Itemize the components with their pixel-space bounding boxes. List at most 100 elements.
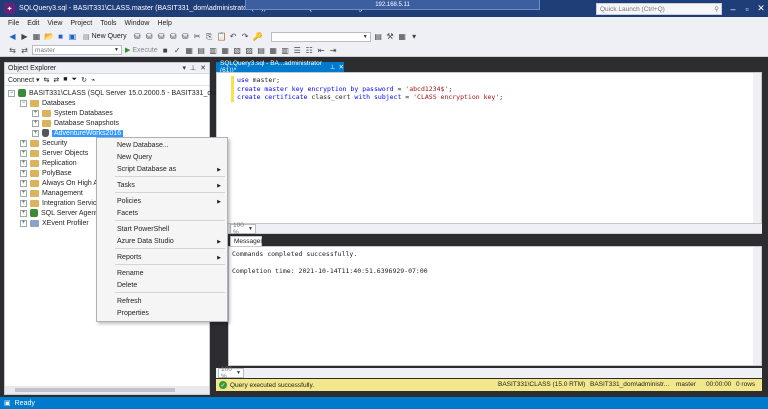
tab-messages[interactable]: Messages: [230, 236, 264, 246]
tree-node-sql-server-agent[interactable]: + SQL Server Agent: [20, 208, 97, 218]
expand-icon[interactable]: +: [20, 179, 27, 187]
xmla-query-icon[interactable]: ⛁: [181, 32, 190, 41]
options-icon[interactable]: ▾: [410, 32, 419, 41]
intellisense-icon[interactable]: ▥: [209, 46, 218, 55]
increase-indent-icon[interactable]: ⇥: [329, 46, 338, 55]
tree-node-server-objects[interactable]: + Server Objects: [20, 148, 88, 158]
execute-button[interactable]: ▶ Execute: [125, 46, 158, 55]
open-file-icon[interactable]: 📂: [44, 32, 54, 41]
collapse-icon[interactable]: −: [20, 99, 27, 107]
disconnect-icon[interactable]: ⇄: [20, 46, 29, 55]
redo-icon[interactable]: ↷: [241, 32, 250, 41]
close-tab-icon[interactable]: ✕: [339, 63, 344, 71]
results-file-icon[interactable]: ▥: [281, 46, 290, 55]
available-databases-select[interactable]: master ▼: [32, 45, 122, 55]
results-grid-icon[interactable]: ▦: [269, 46, 278, 55]
tree-node-xevent-profiler[interactable]: + XEvent Profiler: [20, 218, 89, 228]
menu-help[interactable]: Help: [153, 20, 175, 27]
horizontal-scrollbar[interactable]: [5, 386, 209, 394]
find-icon[interactable]: 🔑: [253, 32, 263, 41]
menu-item-azure-data-studio[interactable]: Azure Data Studio ▶: [97, 236, 227, 247]
menu-item-rename[interactable]: Rename: [97, 268, 227, 279]
properties-icon[interactable]: ▤: [374, 32, 383, 41]
stop-icon[interactable]: ■: [161, 46, 170, 55]
tree-node-security[interactable]: + Security: [20, 138, 67, 148]
live-stats-icon[interactable]: ▧: [233, 46, 242, 55]
editor-tab[interactable]: SQLQuery3.sql - BA...administrator (61))…: [216, 60, 344, 74]
window-position-icon[interactable]: ▾: [183, 64, 187, 72]
tree-node-system-databases[interactable]: + System Databases: [32, 108, 113, 118]
expand-icon[interactable]: +: [20, 169, 27, 177]
menu-file[interactable]: File: [4, 20, 23, 27]
quick-launch-input[interactable]: Quick Launch (Ctrl+Q) ⚲: [596, 3, 722, 15]
save-icon[interactable]: ■: [56, 32, 65, 41]
results-zoom-select[interactable]: 100 % ▼: [218, 366, 244, 380]
menu-item-policies[interactable]: Policies ▶: [97, 196, 227, 207]
editor-zoom-select[interactable]: 100 % ▼: [230, 222, 256, 236]
back-icon[interactable]: ◀: [8, 32, 17, 41]
query-designer-icon[interactable]: ▤: [197, 46, 206, 55]
tree-node-management[interactable]: + Management: [20, 188, 83, 198]
analysis-query-icon[interactable]: ⛁: [145, 32, 154, 41]
display-plan-icon[interactable]: ▦: [185, 46, 194, 55]
expand-icon[interactable]: +: [20, 159, 27, 167]
tree-node-database-snapshots[interactable]: + Database Snapshots: [32, 118, 119, 128]
tree-node-integration-services[interactable]: + Integration Service: [20, 198, 100, 208]
client-stats-icon[interactable]: ▨: [245, 46, 254, 55]
collapse-icon[interactable]: −: [8, 89, 15, 97]
vertical-scrollbar[interactable]: [753, 247, 761, 365]
menu-item-reports[interactable]: Reports ▶: [97, 252, 227, 263]
maximize-button[interactable]: ▫: [740, 2, 754, 15]
tree-node-replication[interactable]: + Replication: [20, 158, 77, 168]
tools-icon[interactable]: ⚒: [386, 32, 395, 41]
expand-icon[interactable]: +: [20, 219, 27, 227]
menu-view[interactable]: View: [43, 20, 66, 27]
connect-button[interactable]: Connect ▾: [8, 76, 40, 84]
scrollbar-thumb[interactable]: [15, 388, 175, 392]
expand-icon[interactable]: +: [20, 149, 27, 157]
pin-icon[interactable]: ⊥: [330, 63, 336, 71]
tree-node-polybase[interactable]: + PolyBase: [20, 168, 72, 178]
query-editor[interactable]: use master; create master key encryption…: [216, 72, 762, 224]
refresh-icon[interactable]: ↻: [81, 76, 87, 84]
stop-icon[interactable]: ■: [63, 76, 67, 83]
comment-icon[interactable]: ☰: [293, 46, 302, 55]
menu-tools[interactable]: Tools: [96, 20, 120, 27]
forward-icon[interactable]: ▶: [20, 32, 29, 41]
menu-item-new-query[interactable]: New Query: [97, 152, 227, 163]
menu-window[interactable]: Window: [121, 20, 154, 27]
menu-item-properties[interactable]: Properties: [97, 308, 227, 319]
include-plan-icon[interactable]: ▦: [221, 46, 230, 55]
expand-icon[interactable]: +: [20, 209, 27, 217]
toolbox-icon[interactable]: ▦: [398, 32, 407, 41]
save-all-icon[interactable]: ▣: [68, 32, 77, 41]
mdx-query-icon[interactable]: ⛁: [157, 32, 166, 41]
filter-icon[interactable]: ⏷: [72, 76, 78, 84]
pin-icon[interactable]: ⊥: [190, 64, 196, 72]
undo-icon[interactable]: ↶: [229, 32, 238, 41]
dmx-query-icon[interactable]: ⛁: [169, 32, 178, 41]
expand-icon[interactable]: +: [20, 189, 27, 197]
close-panel-icon[interactable]: ✕: [200, 64, 206, 72]
uncomment-icon[interactable]: ☷: [305, 46, 314, 55]
expand-icon[interactable]: +: [20, 139, 27, 147]
results-text-icon[interactable]: ▤: [257, 46, 266, 55]
database-engine-query-icon[interactable]: ⛁: [133, 32, 142, 41]
expand-icon[interactable]: +: [32, 129, 39, 137]
minimize-button[interactable]: –: [726, 2, 740, 15]
close-button[interactable]: ✕: [754, 2, 768, 15]
remote-connection-bar[interactable]: 192.168.5.11: [245, 0, 540, 10]
sql-code[interactable]: use master; create master key encryption…: [237, 76, 503, 102]
new-project-icon[interactable]: ▦: [32, 32, 41, 41]
connect-db-icon[interactable]: ⇆: [44, 76, 50, 84]
menu-item-facets[interactable]: Facets: [97, 208, 227, 219]
menu-item-delete[interactable]: Delete: [97, 280, 227, 291]
copy-icon[interactable]: ⎘: [205, 32, 214, 42]
menu-item-new-database[interactable]: New Database...: [97, 140, 227, 151]
expand-icon[interactable]: +: [20, 199, 27, 207]
new-query-button[interactable]: ▤ New Query: [80, 33, 130, 41]
parse-icon[interactable]: ✓: [173, 46, 182, 55]
disconnect-db-icon[interactable]: ⇄: [53, 76, 59, 84]
menu-item-tasks[interactable]: Tasks ▶: [97, 180, 227, 191]
menu-item-refresh[interactable]: Refresh: [97, 296, 227, 307]
